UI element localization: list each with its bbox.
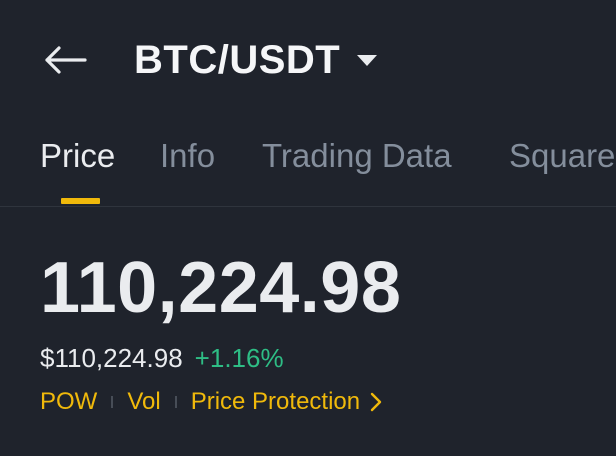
header: BTC/USDT <box>0 0 616 118</box>
pair-selector[interactable]: BTC/USDT <box>134 32 378 88</box>
tab-bar: Price Info Trading Data Square <box>0 118 616 207</box>
tab-info[interactable]: Info <box>160 136 215 176</box>
arrow-left-icon <box>45 46 87 74</box>
active-tab-indicator <box>61 198 100 204</box>
usd-price: $110,224.98 <box>40 342 183 373</box>
tag-row: POW Vol Price Protection <box>40 386 382 418</box>
price-summary: $110,224.98 +1.16% <box>40 342 284 374</box>
back-button[interactable] <box>38 38 92 82</box>
caret-down-icon <box>356 53 378 67</box>
pair-title: BTC/USDT <box>134 38 341 82</box>
market-detail-screen: BTC/USDT Price Info Trading Data Square … <box>0 0 616 456</box>
tab-trading-data[interactable]: Trading Data <box>262 136 452 176</box>
tag-pow[interactable]: POW <box>40 388 97 416</box>
tag-price-protection[interactable]: Price Protection <box>191 388 360 416</box>
tag-vol[interactable]: Vol <box>127 388 160 416</box>
tag-separator <box>111 396 114 408</box>
tab-square[interactable]: Square <box>509 136 615 176</box>
chevron-right-icon[interactable] <box>370 392 382 412</box>
tag-separator <box>174 396 177 408</box>
price-change-percent: +1.16% <box>194 342 284 373</box>
last-price: 110,224.98 <box>40 248 402 328</box>
tab-price[interactable]: Price <box>40 136 115 176</box>
